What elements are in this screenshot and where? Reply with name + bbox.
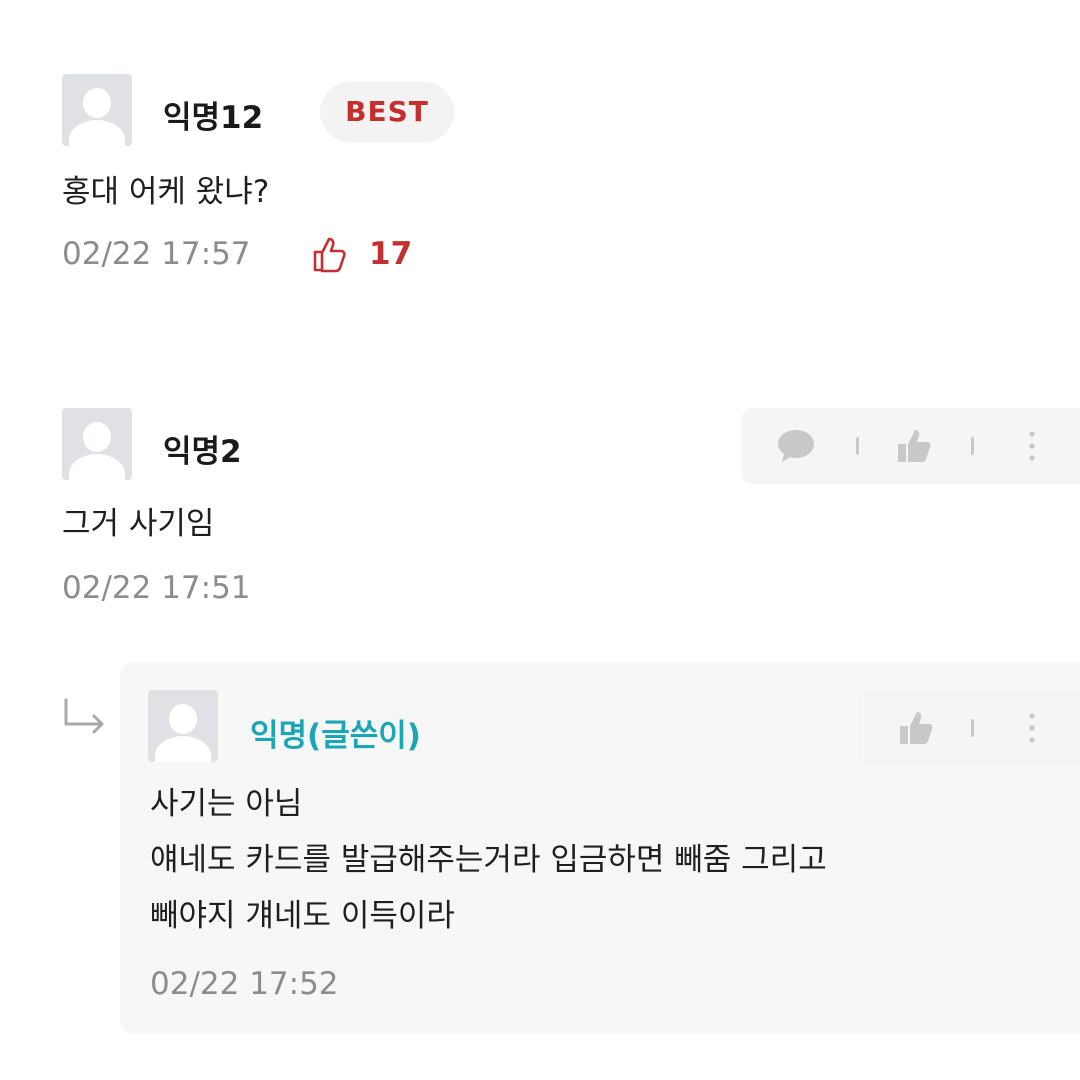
reply-toolbar xyxy=(858,690,1080,766)
thumbs-up-icon[interactable] xyxy=(894,706,938,750)
reply-arrow-icon xyxy=(64,698,104,734)
toolbar-divider xyxy=(971,437,974,455)
reply-comment: 익명(글쓴이) 사기는 아님 얘네도 카드를 발급해주는거라 입금하면 빼줌 그… xyxy=(120,662,1080,1034)
like-count: 17 xyxy=(369,236,413,272)
comment-time: 02/22 17:51 xyxy=(62,570,251,606)
best-badge: BEST xyxy=(320,82,454,142)
reply-text-line: 사기는 아님 xyxy=(150,786,303,822)
avatar xyxy=(62,408,132,480)
thumbs-up-icon[interactable] xyxy=(307,232,351,276)
author-nickname: 익명(글쓴이) xyxy=(250,718,421,754)
comment-text: 그거 사기임 xyxy=(62,506,215,542)
more-vertical-icon[interactable] xyxy=(1026,706,1038,750)
more-vertical-icon[interactable] xyxy=(1026,424,1038,468)
avatar xyxy=(148,690,218,762)
comment-text: 홍대 어케 왔냐? xyxy=(62,174,270,210)
comment-toolbar xyxy=(742,408,1080,484)
comment-nickname: 익명12 xyxy=(163,100,264,136)
reply-text-line: 빼야지 걔네도 이득이라 xyxy=(150,898,455,934)
reply-text-line: 얘네도 카드를 발급해주는거라 입금하면 빼줌 그리고 xyxy=(150,842,827,878)
toolbar-divider xyxy=(856,437,859,455)
comment-time: 02/22 17:57 xyxy=(62,236,251,272)
reply-time: 02/22 17:52 xyxy=(150,966,339,1002)
toolbar-divider xyxy=(971,719,974,737)
avatar xyxy=(62,74,132,146)
comment-nickname: 익명2 xyxy=(163,434,242,470)
speech-bubble-icon[interactable] xyxy=(774,424,818,468)
thumbs-up-icon[interactable] xyxy=(892,424,936,468)
